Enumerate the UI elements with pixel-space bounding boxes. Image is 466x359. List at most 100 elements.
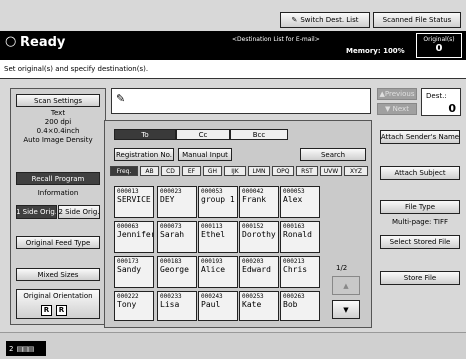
entry-name: Dorothy (242, 230, 276, 239)
tab-to[interactable]: To (114, 129, 176, 140)
orientation-landscape-icon: R (56, 305, 67, 316)
entry-name: Sandy (117, 265, 142, 274)
previous-button[interactable]: ▲Previous (377, 88, 417, 100)
information-label: Information (37, 189, 79, 197)
manual-input-button[interactable]: Manual Input (178, 148, 232, 161)
entry-id: 000053 (283, 188, 305, 195)
address-entry[interactable]: 000193 Alice (198, 256, 238, 288)
address-entry[interactable]: 000013 SERVICE (114, 186, 154, 218)
address-entry[interactable]: 000233 Lisa (157, 291, 197, 321)
address-entry[interactable]: 000163 Ronald (280, 221, 320, 253)
entry-id: 000173 (117, 258, 139, 265)
select-stored-file-button[interactable]: Select Stored File (380, 235, 460, 249)
entry-id: 000042 (242, 188, 264, 195)
destination-list-caption: <Destination List for E-mail> (232, 36, 320, 43)
destination-field[interactable]: ✎ (111, 88, 371, 114)
entry-id: 000193 (201, 258, 223, 265)
address-entry[interactable]: 000152 Dorothy (239, 221, 279, 253)
address-entry[interactable]: 000073 Sarah (157, 221, 197, 253)
entry-name: Tony (117, 300, 137, 309)
registration-no-button[interactable]: Registration No. (114, 148, 174, 161)
entry-id: 000113 (201, 223, 223, 230)
entry-name: Alex (283, 195, 303, 204)
dest-count: 0 (448, 102, 456, 115)
status-bar: ○ Ready <Destination List for E-mail> Me… (0, 31, 466, 60)
index-ef[interactable]: EF (182, 166, 201, 176)
address-entry[interactable]: 000063 Jennifer (114, 221, 154, 253)
address-entry[interactable]: 000253 Kate (239, 291, 279, 321)
address-entry[interactable]: 000222 Tony (114, 291, 154, 321)
entry-id: 000073 (160, 223, 182, 230)
one-side-original-button[interactable]: 1 Side Orig. (16, 205, 57, 219)
index-cd[interactable]: CD (161, 166, 180, 176)
dest-label: Dest.: (426, 92, 447, 100)
entry-id: 000063 (117, 223, 139, 230)
tab-bcc[interactable]: Bcc (230, 129, 288, 140)
orientation-portrait-icon: R (41, 305, 52, 316)
switch-icon: ✎ (291, 16, 298, 24)
originals-label: Original(s) (423, 36, 455, 43)
scan-settings-button[interactable]: Scan Settings (16, 94, 100, 107)
job-number: 2 (9, 344, 14, 353)
two-side-original-button[interactable]: 2 Side Orig. (58, 205, 100, 219)
mixed-sizes-button[interactable]: Mixed Sizes (16, 268, 100, 281)
message-bar: Set original(s) and specify destination(… (0, 60, 466, 79)
entry-name: Sarah (160, 230, 185, 239)
recall-program-button[interactable]: Recall Program (16, 172, 100, 185)
index-ijk[interactable]: IJK (224, 166, 246, 176)
entry-id: 000163 (283, 223, 305, 230)
address-entry[interactable]: 000173 Sandy (114, 256, 154, 288)
entry-name: Frank (242, 195, 267, 204)
attach-sender-name-button[interactable]: Attach Sender's Name (380, 130, 460, 144)
setting-resolution: 200 dpi (44, 118, 72, 126)
original-feed-type-button[interactable]: Original Feed Type (16, 236, 100, 249)
entry-id: 000253 (242, 293, 264, 300)
next-button[interactable]: ▼ Next (377, 103, 417, 115)
originals-counter: Original(s) 0 (416, 33, 462, 58)
file-type-button[interactable]: File Type (380, 200, 460, 214)
address-entry[interactable]: 000113 Ethel (198, 221, 238, 253)
footer-bar (0, 332, 466, 359)
entry-id: 000053 (201, 188, 223, 195)
entry-id: 000013 (117, 188, 139, 195)
dest-count-box: Dest.: 0 (421, 88, 461, 116)
entry-name: Ethel (201, 230, 226, 239)
address-entry[interactable]: 000213 Chris (280, 256, 320, 288)
page-down-button[interactable]: ▼ (332, 300, 360, 319)
setting-size: 0.4×0.4inch (36, 127, 80, 135)
address-entry[interactable]: 000053 Alex (280, 186, 320, 218)
job-indicator[interactable]: 2 ▤▤▤ (6, 341, 46, 356)
attach-subject-button[interactable]: Attach Subject (380, 166, 460, 180)
entry-name: Bob (283, 300, 298, 309)
address-entry[interactable]: 000263 Bob (280, 291, 320, 321)
index-freq[interactable]: Freq. (110, 166, 138, 176)
pencil-icon: ✎ (116, 92, 126, 105)
index-rst[interactable]: RST (296, 166, 318, 176)
address-entry[interactable]: 000023 DEY (157, 186, 197, 218)
index-ab[interactable]: AB (140, 166, 159, 176)
address-entry[interactable]: 000203 Edward (239, 256, 279, 288)
address-entry[interactable]: 000053 group 1 (198, 186, 238, 218)
index-lmn[interactable]: LMN (248, 166, 270, 176)
search-button[interactable]: Search (300, 148, 366, 161)
switch-dest-list-button[interactable]: ✎ Switch Dest. List (280, 12, 370, 28)
multipage-label: Multi-page: TIFF (391, 218, 449, 226)
page-up-button[interactable]: ▲ (332, 276, 360, 295)
entry-name: Edward (242, 265, 271, 274)
index-xyz[interactable]: XYZ (344, 166, 368, 176)
tab-cc[interactable]: Cc (176, 129, 230, 140)
entry-id: 000213 (283, 258, 305, 265)
page-indicator: 1/2 (336, 264, 348, 272)
address-entry[interactable]: 000183 George (157, 256, 197, 288)
ready-icon: ○ (5, 34, 17, 49)
ready-label: Ready (20, 35, 66, 50)
index-gh[interactable]: GH (203, 166, 222, 176)
store-file-button[interactable]: Store File (380, 271, 460, 285)
scanned-file-status-button[interactable]: Scanned File Status (373, 12, 461, 28)
entry-name: Paul (201, 300, 221, 309)
address-entry[interactable]: 000042 Frank (239, 186, 279, 218)
address-entry[interactable]: 000243 Paul (198, 291, 238, 321)
entry-name: Ronald (283, 230, 312, 239)
index-opq[interactable]: OPQ (272, 166, 294, 176)
index-uvw[interactable]: UVW (320, 166, 342, 176)
